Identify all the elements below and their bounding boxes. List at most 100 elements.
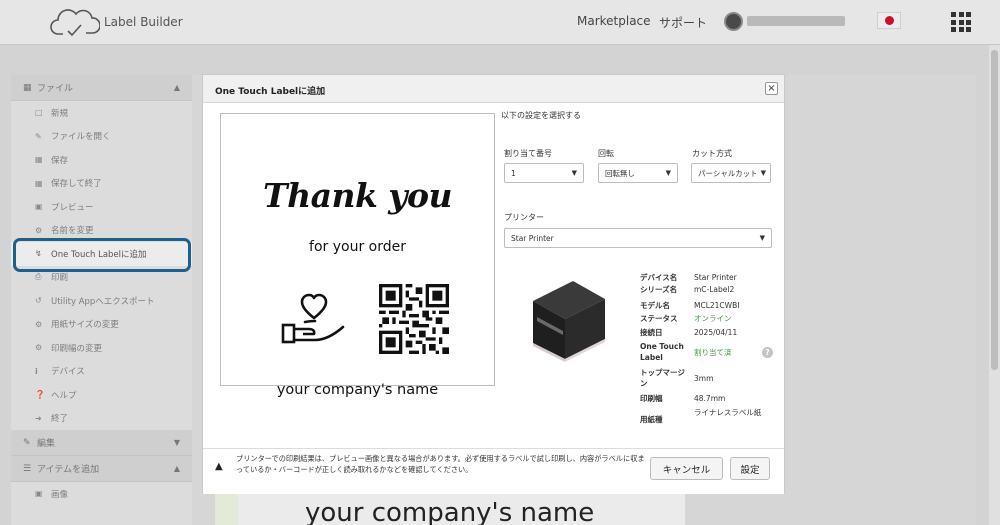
help-icon: ❓ bbox=[35, 390, 45, 400]
add-item-section-label: アイテムを追加 bbox=[37, 465, 100, 475]
cancel-button[interactable]: キャンセル bbox=[650, 457, 723, 480]
sidebar: ▦ ファイル ▲ □ 新規 ✎ ファイルを開く ▦ 保存 ▦ 保存して終了 ▣ プレビュー… bbox=[11, 75, 192, 525]
sidebar-item-label: 印刷 bbox=[51, 273, 69, 284]
model-name-value: MCL21CWBI bbox=[694, 301, 740, 310]
sidebar-item-exit[interactable]: ➜ 終了 bbox=[11, 407, 192, 431]
add-one-touch-label-dialog: One Touch Labelに追加 × Thank you for your … bbox=[202, 74, 785, 494]
top-bar: Label Builder Marketplace サポート bbox=[0, 0, 1000, 45]
save-icon: ▦ bbox=[23, 82, 32, 93]
chevron-down-icon: ▼ bbox=[760, 169, 766, 177]
qr-code-icon bbox=[379, 284, 449, 354]
chevron-up-icon: ▲ bbox=[173, 464, 180, 473]
gears-icon: ⚙ bbox=[35, 319, 43, 329]
print-width-value: 48.7mm bbox=[694, 394, 726, 403]
device-name-label: デバイス名 bbox=[640, 273, 678, 282]
marketplace-link[interactable]: Marketplace bbox=[577, 14, 651, 28]
sidebar-item-image[interactable]: ▣ 画像 bbox=[11, 482, 192, 506]
confirm-button[interactable]: 設定 bbox=[730, 457, 770, 480]
heart-in-hand-icon bbox=[281, 293, 345, 344]
support-link[interactable]: サポート bbox=[659, 14, 707, 31]
rotation-label: 回転 bbox=[598, 149, 614, 158]
pencil-icon: ✎ bbox=[23, 437, 31, 448]
edit-icon: ✎ bbox=[35, 131, 42, 141]
cut-method-select[interactable]: パーシャルカット ▼ bbox=[691, 163, 771, 183]
sidebar-item-preview[interactable]: ▣ プレビュー bbox=[11, 195, 192, 219]
print-width-label: 印刷幅 bbox=[640, 394, 663, 403]
chevron-up-icon: ▲ bbox=[173, 83, 180, 92]
sidebar-item-label: 用紙サイズの変更 bbox=[51, 320, 119, 331]
help-icon[interactable]: ? bbox=[762, 347, 773, 358]
paper-type-label: 用紙種 bbox=[640, 415, 663, 424]
canvas-company-text[interactable]: your company's name bbox=[305, 498, 594, 525]
sidebar-item-label: 終了 bbox=[51, 414, 69, 425]
top-margin-value: 3mm bbox=[694, 374, 714, 383]
sidebar-item-label: プレビュー bbox=[51, 202, 94, 213]
rotation-value: 回転無し bbox=[605, 168, 635, 178]
sidebar-item-save-exit[interactable]: ▦ 保存して終了 bbox=[11, 172, 192, 196]
sidebar-item-device[interactable]: i デバイス bbox=[11, 360, 192, 384]
series-name-value: mC-Label2 bbox=[694, 285, 735, 294]
rotation-select[interactable]: 回転無し ▼ bbox=[598, 163, 678, 183]
share-icon: ↺ bbox=[35, 296, 42, 306]
image-icon: ▣ bbox=[35, 489, 43, 499]
settings-instruction: 以下の設定を選択する bbox=[501, 111, 581, 120]
sidebar-item-help[interactable]: ❓ ヘルプ bbox=[11, 383, 192, 407]
list-icon: ☰ bbox=[23, 463, 32, 474]
top-margin-label: トップマージン bbox=[640, 368, 685, 388]
app-title[interactable]: Label Builder bbox=[104, 15, 183, 29]
status-label: ステータス bbox=[640, 314, 678, 323]
close-button[interactable]: × bbox=[765, 82, 778, 95]
scrollbar-thumb[interactable] bbox=[991, 50, 998, 370]
chevron-down-icon: ▼ bbox=[759, 234, 765, 242]
file-section-header[interactable]: ▦ ファイル ▲ bbox=[11, 75, 192, 101]
cloud-logo-icon[interactable] bbox=[50, 6, 100, 40]
warning-icon: ▲ bbox=[215, 461, 223, 472]
assign-number-label: 割り当て番号 bbox=[504, 149, 552, 158]
apps-grid-icon[interactable] bbox=[951, 12, 971, 32]
sidebar-item-paper-size[interactable]: ⚙ 用紙サイズの変更 bbox=[11, 313, 192, 337]
sidebar-item-save[interactable]: ▦ 保存 bbox=[11, 148, 192, 172]
chevron-down-icon: ▼ bbox=[571, 169, 577, 177]
cut-method-value: パーシャルカット bbox=[698, 168, 756, 178]
sidebar-item-label: デバイス bbox=[51, 367, 85, 378]
sidebar-item-label: 新規 bbox=[51, 108, 69, 119]
sidebar-item-label: ファイルを開く bbox=[51, 132, 111, 143]
sidebar-item-new[interactable]: □ 新規 bbox=[11, 101, 192, 125]
avatar[interactable] bbox=[724, 12, 743, 31]
cut-method-label: カット方式 bbox=[692, 149, 732, 158]
save-icon: ▦ bbox=[35, 155, 43, 165]
file-icon: □ bbox=[35, 108, 43, 118]
one-touch-label-label: One Touch Label bbox=[640, 342, 684, 362]
preview-order-text: for your order bbox=[309, 239, 406, 255]
printer-value: Star Printer bbox=[511, 233, 554, 243]
sidebar-item-label: ヘルプ bbox=[51, 390, 77, 401]
add-item-section-header[interactable]: ☰ アイテムを追加 ▲ bbox=[11, 456, 192, 482]
account-email-redacted[interactable] bbox=[747, 16, 845, 26]
gears-icon: ⚙ bbox=[35, 343, 43, 353]
language-flag-icon[interactable] bbox=[877, 12, 901, 29]
device-name-value: Star Printer bbox=[694, 273, 737, 282]
edit-section-label: 編集 bbox=[37, 439, 56, 449]
label-preview: Thank you for your order your company's … bbox=[220, 113, 495, 398]
close-icon: × bbox=[767, 83, 776, 94]
sidebar-item-label: 名前を変更 bbox=[51, 226, 94, 237]
sidebar-item-label: Utility Appへエクスポート bbox=[51, 296, 155, 307]
series-name-label: シリーズ名 bbox=[640, 285, 678, 294]
assign-number-select[interactable]: 1 ▼ bbox=[504, 163, 584, 183]
chevron-down-icon: ▼ bbox=[173, 438, 180, 447]
exit-icon: ➜ bbox=[35, 413, 42, 423]
printer-image bbox=[533, 281, 605, 362]
sidebar-item-open[interactable]: ✎ ファイルを開く bbox=[11, 125, 192, 149]
info-icon: i bbox=[35, 366, 38, 376]
connected-date-value: 2025/04/11 bbox=[694, 328, 738, 337]
one-touch-label-highlight bbox=[13, 238, 191, 272]
sidebar-item-label: 画像 bbox=[51, 489, 69, 500]
printer-select[interactable]: Star Printer ▼ bbox=[504, 228, 772, 248]
edit-section-header[interactable]: ✎ 編集 ▼ bbox=[11, 430, 192, 456]
file-section-label: ファイル bbox=[37, 84, 74, 94]
sidebar-item-print-width[interactable]: ⚙ 印刷幅の変更 bbox=[11, 336, 192, 360]
sidebar-item-export[interactable]: ↺ Utility Appへエクスポート bbox=[11, 289, 192, 313]
one-touch-label-value: 割り当て済 bbox=[694, 348, 732, 357]
sidebar-item-label: 印刷幅の変更 bbox=[51, 343, 103, 354]
warning-text: プリンターでの印刷結果は、プレビュー画像と異なる場合があります。必ず使用するラベ… bbox=[236, 454, 645, 474]
